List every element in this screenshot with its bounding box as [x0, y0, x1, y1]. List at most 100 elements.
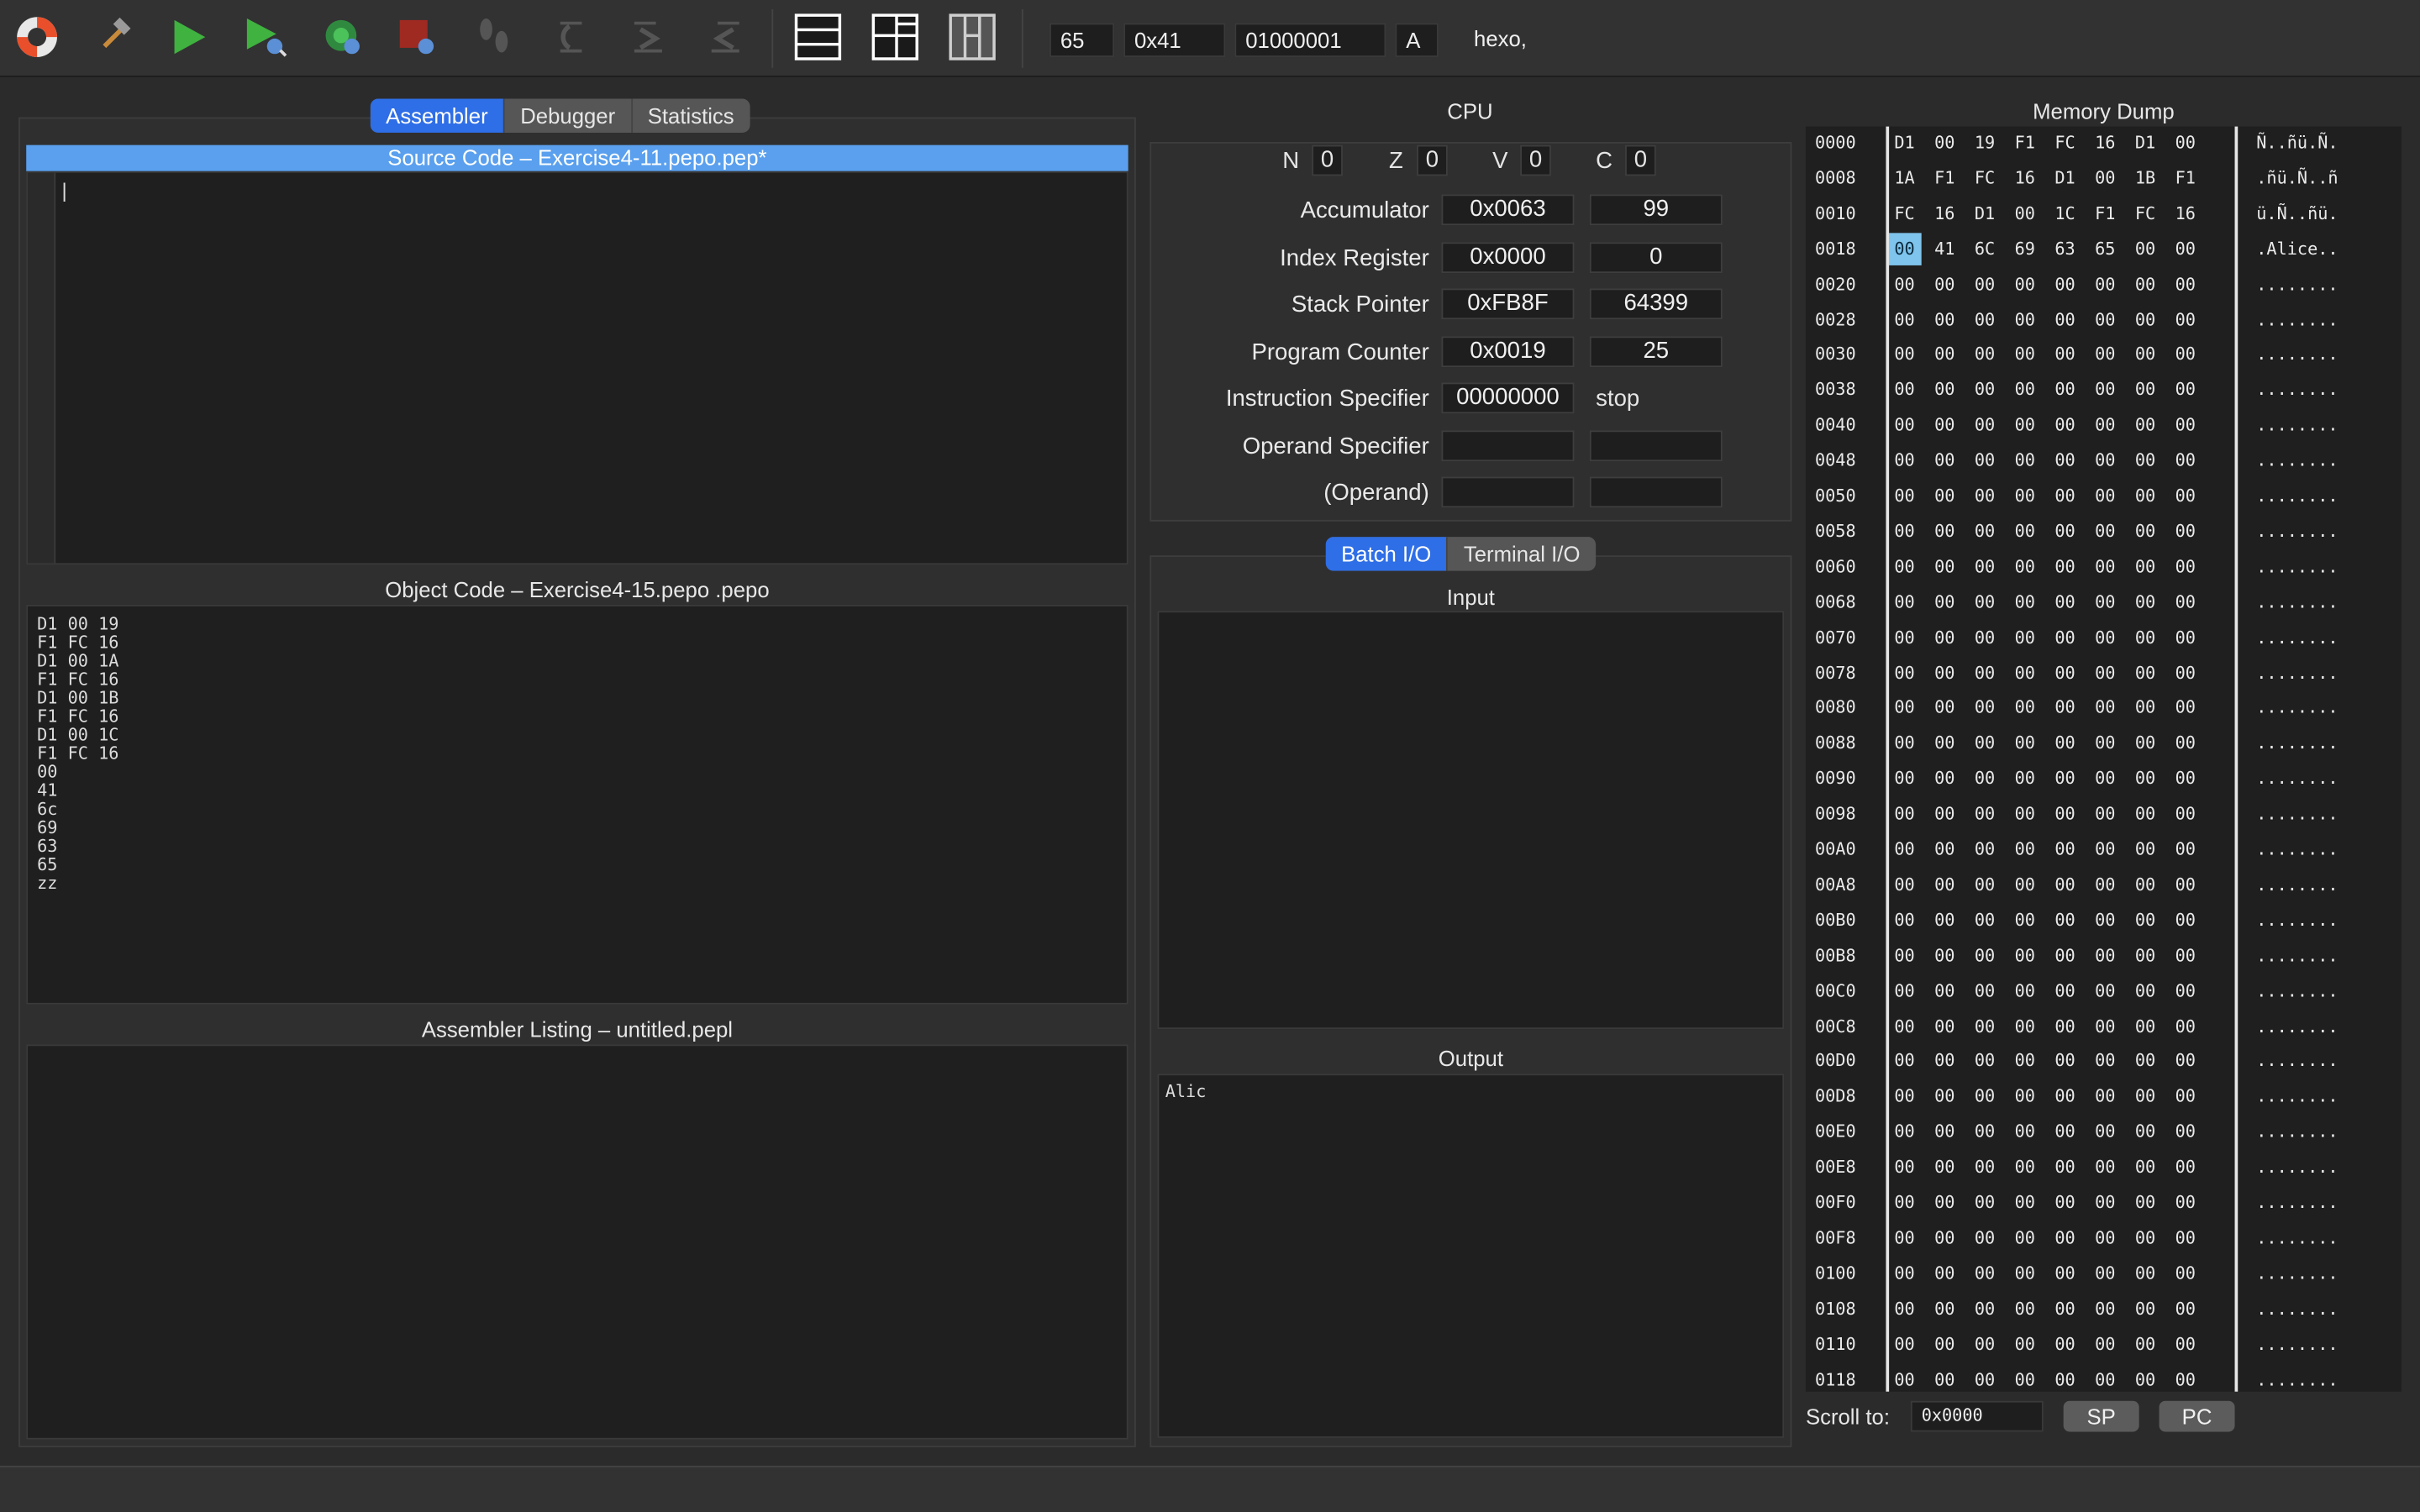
memory-byte[interactable]: 41	[1928, 239, 1961, 259]
memory-byte[interactable]: 00	[2088, 415, 2122, 435]
memory-byte[interactable]: 00	[2008, 874, 2042, 895]
memory-byte[interactable]: 00	[2169, 415, 2202, 435]
memory-byte[interactable]: 6C	[1968, 239, 2002, 259]
memory-byte[interactable]: 00	[1968, 522, 2002, 542]
memory-byte[interactable]: 00	[2088, 486, 2122, 507]
memory-byte[interactable]: 19	[1968, 133, 2002, 153]
memory-byte[interactable]: 1C	[2048, 203, 2081, 223]
memory-byte[interactable]: 00	[2169, 274, 2202, 294]
memory-byte[interactable]: 00	[1968, 274, 2002, 294]
memory-byte[interactable]: 00	[2088, 627, 2122, 648]
memory-byte[interactable]: 00	[2169, 1052, 2202, 1072]
memory-byte[interactable]: 00	[2048, 344, 2081, 365]
memory-byte[interactable]: 00	[2048, 1052, 2081, 1072]
memory-byte[interactable]: 00	[2048, 698, 2081, 718]
memory-byte[interactable]: 00	[2128, 1334, 2162, 1354]
step-over-icon[interactable]	[546, 13, 596, 62]
memory-byte[interactable]: 00	[2048, 945, 2081, 965]
memory-byte[interactable]: 00	[2088, 1193, 2122, 1213]
memory-byte[interactable]: 00	[2088, 592, 2122, 612]
source-code-editor[interactable]: |	[26, 171, 1128, 565]
memory-byte[interactable]: 00	[1968, 910, 2002, 930]
memory-byte[interactable]: 00	[2088, 274, 2122, 294]
memory-byte[interactable]: 00	[2169, 450, 2202, 470]
memory-byte[interactable]: 00	[1968, 415, 2002, 435]
memory-byte[interactable]: 00	[1928, 380, 1961, 400]
memory-byte[interactable]: 00	[1968, 1263, 2002, 1284]
memory-byte[interactable]: 00	[2088, 839, 2122, 859]
layout-code-only-icon[interactable]	[793, 13, 843, 62]
memory-byte[interactable]: 00	[2008, 839, 2042, 859]
memory-byte[interactable]: 00	[1968, 663, 2002, 683]
single-step-icon[interactable]	[469, 13, 518, 62]
memory-byte[interactable]: 00	[2048, 1228, 2081, 1248]
memory-byte[interactable]: 16	[1928, 203, 1961, 223]
memory-byte[interactable]: 00	[1928, 1228, 1961, 1248]
memory-byte[interactable]: 00	[2088, 733, 2122, 753]
memory-byte[interactable]: 00	[2088, 344, 2122, 365]
memory-byte[interactable]: 00	[2008, 309, 2042, 329]
tab-statistics[interactable]: Statistics	[632, 99, 750, 133]
memory-byte[interactable]: 00	[2008, 769, 2042, 789]
memory-byte[interactable]: 00	[1928, 769, 1961, 789]
memory-byte[interactable]: 00	[2088, 1052, 2122, 1072]
memory-byte[interactable]: 16	[2008, 168, 2042, 188]
memory-byte[interactable]: 00	[2008, 380, 2042, 400]
memory-byte[interactable]: 00	[2048, 910, 2081, 930]
memory-byte[interactable]: 00	[2128, 380, 2162, 400]
memory-byte[interactable]: 00	[2048, 769, 2081, 789]
memory-byte[interactable]: 00	[1887, 557, 1921, 577]
memory-byte[interactable]: 00	[1928, 698, 1961, 718]
memory-byte[interactable]: 00	[1887, 1122, 1921, 1142]
memory-byte[interactable]: 00	[1887, 1228, 1921, 1248]
assembler-listing-editor[interactable]	[26, 1044, 1128, 1440]
memory-byte[interactable]: 00	[1928, 1087, 1961, 1107]
memory-byte[interactable]: 00	[2088, 309, 2122, 329]
memory-byte[interactable]: 00	[1887, 592, 1921, 612]
memory-byte[interactable]: 00	[2088, 522, 2122, 542]
memory-byte[interactable]: 00	[2008, 1052, 2042, 1072]
memory-byte[interactable]: 00	[2088, 945, 2122, 965]
memory-byte[interactable]: 00	[1968, 1228, 2002, 1248]
memory-byte[interactable]: 00	[1968, 1016, 2002, 1036]
memory-byte[interactable]: 00	[1968, 1087, 2002, 1107]
stop-debugging-icon[interactable]	[392, 13, 442, 62]
memory-byte[interactable]: 00	[2169, 380, 2202, 400]
memory-byte[interactable]: 00	[2128, 839, 2162, 859]
memory-byte[interactable]: 00	[2088, 380, 2122, 400]
memory-byte[interactable]: FC	[1887, 203, 1921, 223]
memory-byte[interactable]: 00	[2048, 486, 2081, 507]
sp-button[interactable]: SP	[2063, 1400, 2139, 1432]
memory-byte[interactable]: 00	[1928, 804, 1961, 824]
memory-byte[interactable]: 00	[2128, 1193, 2162, 1213]
memory-byte[interactable]: 00	[2169, 698, 2202, 718]
help-lifebuoy-icon[interactable]	[13, 13, 62, 62]
memory-byte[interactable]: 00	[1887, 733, 1921, 753]
memory-byte[interactable]: 00	[1928, 1052, 1961, 1072]
memory-byte[interactable]: 00	[1887, 1016, 1921, 1036]
tab-debugger[interactable]: Debugger	[505, 98, 633, 133]
memory-byte[interactable]: 00	[2128, 309, 2162, 329]
memory-byte[interactable]: 00	[2169, 733, 2202, 753]
memory-byte[interactable]: 00	[1968, 874, 2002, 895]
memory-byte[interactable]: 00	[2008, 592, 2042, 612]
memory-byte[interactable]: 00	[2008, 1122, 2042, 1142]
memory-byte[interactable]: 00	[1968, 839, 2002, 859]
memory-byte[interactable]: 00	[1887, 1087, 1921, 1107]
memory-byte[interactable]: 00	[2169, 1158, 2202, 1178]
memory-byte[interactable]: 00	[1968, 698, 2002, 718]
memory-byte[interactable]: 00	[1928, 910, 1961, 930]
memory-byte[interactable]: 00	[1928, 1193, 1961, 1213]
memory-byte[interactable]: 00	[2088, 1334, 2122, 1354]
memory-byte[interactable]: 00	[2088, 663, 2122, 683]
memory-byte[interactable]: 00	[2128, 557, 2162, 577]
memory-byte[interactable]: 00	[2088, 1263, 2122, 1284]
memory-byte[interactable]: 00	[1928, 1158, 1961, 1178]
memory-byte[interactable]: 00	[2008, 203, 2042, 223]
memory-byte[interactable]: 00	[2169, 945, 2202, 965]
memory-byte[interactable]: 00	[2128, 1369, 2162, 1389]
memory-byte[interactable]: 00	[1968, 804, 2002, 824]
memory-byte[interactable]: 00	[1928, 733, 1961, 753]
run-source-icon[interactable]	[241, 13, 291, 62]
memory-byte[interactable]: 00	[2048, 804, 2081, 824]
